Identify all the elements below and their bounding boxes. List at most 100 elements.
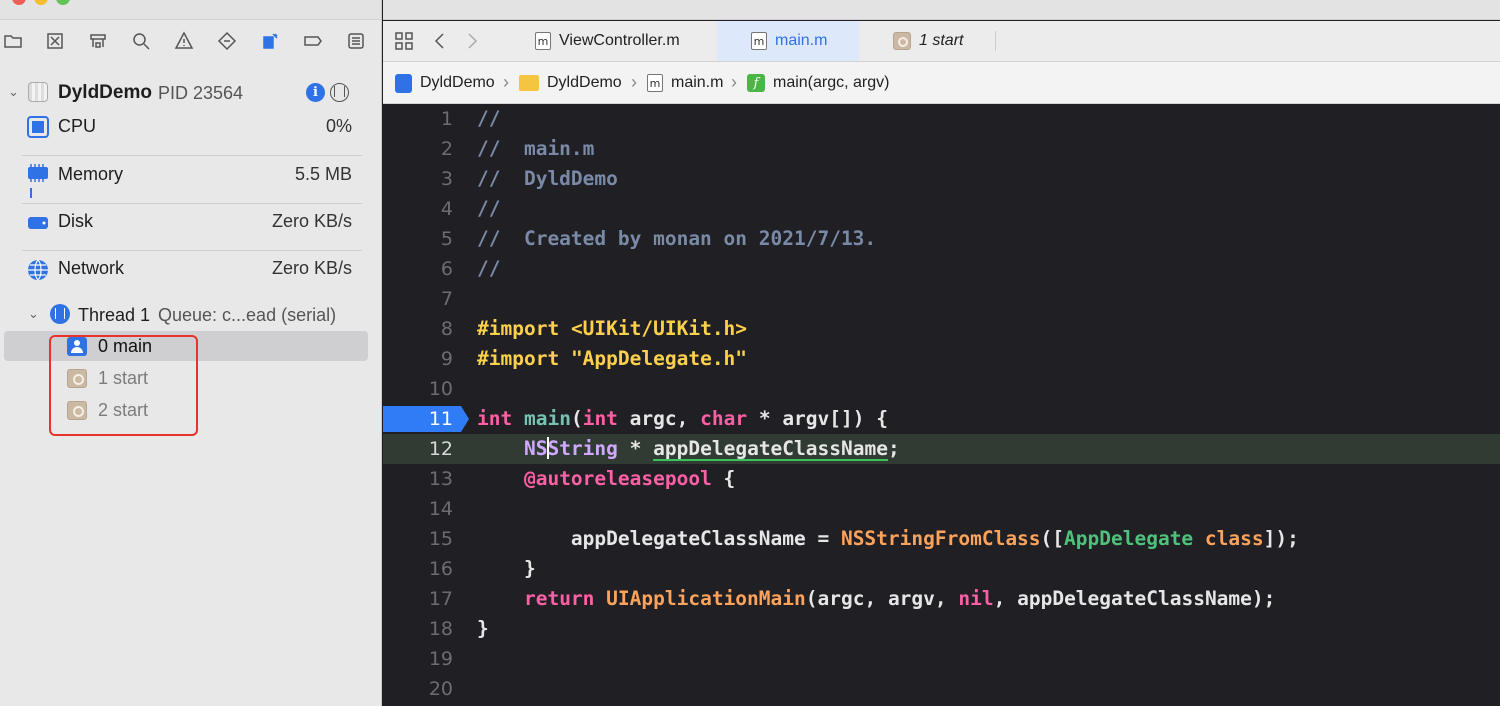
navigator-selector-bar [0,24,381,58]
code-text: // Created by monan on 2021/7/13. [477,227,877,250]
code-line: 5 // Created by monan on 2021/7/13. [383,224,1500,254]
code-line: 19 [383,644,1500,674]
gauge-network[interactable]: Network Zero KB/s [0,250,381,294]
folder-icon[interactable] [2,30,24,52]
m-file-icon: m [647,74,663,92]
report-icon[interactable] [345,30,367,52]
editor-titlebar [383,0,1500,20]
code-text: } [477,557,536,580]
code-line-current: 12 NSString * appDelegateClassName; [383,434,1500,464]
line-number[interactable]: 3 [383,168,453,190]
chevron-down-icon[interactable]: ⌄ [28,306,39,322]
process-row[interactable]: ⌄ DyldDemo PID 23564 i [0,80,381,106]
process-pid: PID 23564 [158,83,244,103]
tab-main[interactable]: m main.m [717,21,859,61]
source-control-icon[interactable] [44,30,66,52]
breakpoint-navigator-icon[interactable] [302,30,324,52]
breadcrumb-symbol[interactable]: f main(argc, argv) [747,62,889,104]
test-diamond-icon[interactable] [216,30,238,52]
line-number[interactable]: 17 [383,588,453,610]
breadcrumb-folder[interactable]: DyldDemo [519,62,622,104]
code-line: 16 } [383,554,1500,584]
code-line: 2 // main.m [383,134,1500,164]
system-frame-icon [893,32,911,50]
tab-viewcontroller[interactable]: m ViewController.m [533,21,715,61]
gauge-value: Zero KB/s [271,258,352,278]
line-number[interactable]: 16 [383,558,453,580]
grid-related-items-icon[interactable] [393,30,415,52]
breadcrumb-label: main(argc, argv) [773,74,890,91]
close-window-button[interactable] [12,0,26,5]
breadcrumb-label: DyldDemo [547,74,622,91]
code-text: // DyldDemo [477,167,618,190]
back-arrow-icon[interactable] [429,30,451,52]
gauge-memory[interactable]: Memory 5.5 MB [0,155,381,199]
breadcrumb-label: main.m [671,74,724,91]
thread-queue: Queue: c...ead (serial) [158,305,337,325]
project-icon [395,73,412,93]
code-line: 14 [383,494,1500,524]
code-text: // [477,107,501,130]
symbol-navigator-icon[interactable] [87,30,109,52]
code-text: #import "AppDelegate.h" [477,347,748,370]
code-line-breakpoint: 11 int main(int argc, char * argv[]) { [383,404,1500,434]
gauge-cpu[interactable]: CPU 0% [0,106,381,150]
line-number[interactable]: 13 [383,468,453,490]
issue-warning-icon[interactable] [173,30,195,52]
chevron-right-icon: › [631,72,637,92]
code-text: appDelegateClassName = NSStringFromClass… [477,527,1299,550]
line-number[interactable]: 20 [383,678,453,700]
source-editor[interactable]: 1 // 2 // main.m 3 // DyldDemo 4 // 5 //… [383,104,1500,706]
tab-start[interactable]: 1 start [893,21,997,61]
line-number[interactable]: 11 [383,408,453,430]
disk-icon [28,217,48,229]
line-number[interactable]: 18 [383,618,453,640]
code-line: 20 [383,674,1500,704]
folder-icon [519,75,539,91]
line-number[interactable]: 12 [383,438,453,460]
line-number[interactable]: 9 [383,348,453,370]
chevron-right-icon: › [503,72,509,92]
memory-sparkline [30,188,32,198]
code-line: 10 [383,374,1500,404]
editor-tab-bar: m ViewController.m m main.m 1 start [383,21,1500,62]
line-number[interactable]: 5 [383,228,453,250]
code-text: #import <UIKit/UIKit.h> [477,317,748,340]
network-globe-icon [28,259,48,281]
threads-view-icon[interactable] [330,83,349,102]
debug-navigator: ⌄ DyldDemo PID 23564 i CPU 0% Memory 5.5… [0,0,382,706]
line-number[interactable]: 8 [383,318,453,340]
code-line: 7 [383,284,1500,314]
gauge-value: 5.5 MB [294,164,352,184]
chevron-down-icon[interactable]: ⌄ [8,84,19,100]
gauge-label: CPU [58,116,97,136]
minimize-window-button[interactable] [34,0,48,5]
line-number[interactable]: 7 [383,288,453,310]
zoom-window-button[interactable] [56,0,70,5]
line-number[interactable]: 6 [383,258,453,280]
thread-row[interactable]: ⌄ Thread 1 Queue: c...ead (serial) [0,302,381,328]
breadcrumb-project[interactable]: DyldDemo [395,62,495,104]
debug-navigator-icon[interactable] [259,30,281,52]
line-number[interactable]: 10 [383,378,453,400]
gauge-label: Network [58,258,125,278]
breadcrumb-file[interactable]: m main.m [647,62,723,104]
tab-label: main.m [775,32,828,49]
line-number[interactable]: 2 [383,138,453,160]
line-number[interactable]: 14 [383,498,453,520]
code-line: 8 #import <UIKit/UIKit.h> [383,314,1500,344]
line-number[interactable]: 1 [383,108,453,130]
search-icon[interactable] [130,30,152,52]
info-icon[interactable]: i [306,83,325,102]
window-titlebar [0,0,381,20]
gauge-disk[interactable]: Disk Zero KB/s [0,203,381,247]
tab-label: 1 start [919,32,964,49]
forward-arrow-icon[interactable] [461,30,483,52]
code-line: 9 #import "AppDelegate.h" [383,344,1500,374]
line-number[interactable]: 4 [383,198,453,220]
thread-name: Thread 1 [78,305,151,325]
line-number[interactable]: 19 [383,648,453,670]
function-icon: f [747,74,765,92]
line-number[interactable]: 15 [383,528,453,550]
tab-label: ViewController.m [559,32,680,49]
